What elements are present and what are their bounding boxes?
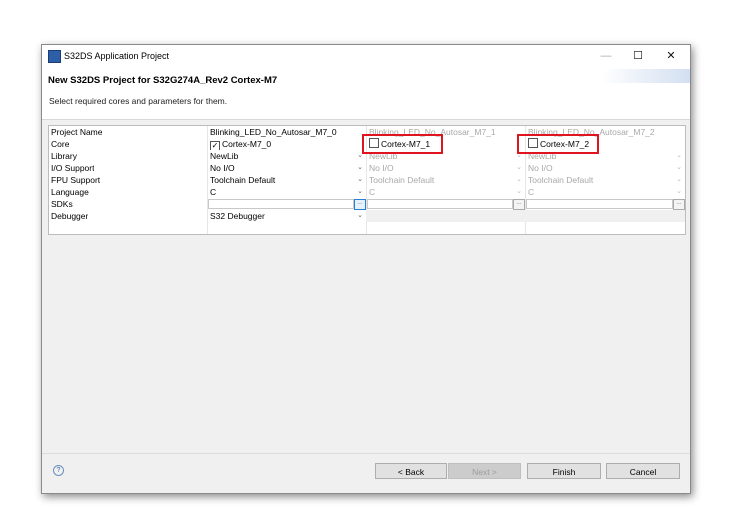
cores-parameters-table: Project Name Core Library I/O Support FP… [48, 125, 686, 235]
sdks-field-m7-2 [526, 199, 673, 209]
maximize-button[interactable]: ☐ [624, 48, 652, 64]
cancel-button[interactable]: Cancel [606, 463, 680, 479]
sdks-field-m7-1 [367, 199, 513, 209]
fpu-support-select-m7-0[interactable]: Toolchain Default [208, 174, 356, 186]
chevron-down-icon: ⌄ [516, 176, 522, 183]
s32ds-app-icon [48, 50, 61, 63]
highlight-box-m7-1 [362, 134, 443, 154]
wizard-header: New S32DS Project for S32G274A_Rev2 Cort… [42, 67, 690, 120]
chevron-down-icon: ⌄ [676, 152, 682, 159]
chevron-down-icon: ⌄ [516, 164, 522, 171]
checkbox-checked-icon: ✓ [210, 141, 220, 150]
io-support-select-m7-0[interactable]: No I/O [208, 162, 356, 174]
next-button: Next > [448, 463, 521, 479]
sdks-browse-button-m7-0[interactable]: ... [354, 199, 366, 210]
title-bar: S32DS Application Project — ☐ ✕ [42, 45, 690, 67]
label-io-support: I/O Support [51, 163, 95, 173]
sdks-browse-button-m7-1: ... [513, 199, 525, 210]
help-icon[interactable]: ? [53, 465, 64, 476]
label-library: Library [51, 151, 77, 161]
label-sdks: SDKs [51, 199, 73, 209]
chevron-down-icon[interactable]: ⌄ [356, 162, 364, 174]
sdks-browse-button-m7-2: ... [673, 199, 685, 210]
chevron-down-icon: ⌄ [676, 164, 682, 171]
debugger-select-m7-0[interactable]: S32 Debugger [208, 210, 356, 222]
project-name-field-m7-0[interactable]: Blinking_LED_No_Autosar_M7_0 [208, 126, 358, 138]
chevron-down-icon[interactable]: ⌄ [356, 210, 364, 222]
finish-button[interactable]: Finish [527, 463, 601, 479]
label-core: Core [51, 139, 70, 149]
language-select-m7-2: C [528, 187, 535, 197]
io-support-select-m7-1: No I/O [369, 163, 394, 173]
language-select-m7-0[interactable]: C [208, 186, 356, 198]
library-select-m7-0[interactable]: NewLib [208, 150, 356, 162]
back-button[interactable]: < Back [375, 463, 447, 479]
label-project-name: Project Name [51, 127, 103, 137]
fpu-support-select-m7-1: Toolchain Default [369, 175, 435, 185]
chevron-down-icon: ⌄ [676, 176, 682, 183]
footer-separator [42, 453, 690, 454]
window-title: S32DS Application Project [64, 51, 170, 61]
sdks-field-m7-0[interactable] [208, 199, 354, 209]
label-language: Language [51, 187, 89, 197]
core-checkbox-m7-0[interactable]: ✓ Cortex-M7_0 [208, 138, 358, 150]
core-label: Cortex-M7_0 [222, 139, 272, 149]
application-project-dialog: S32DS Application Project — ☐ ✕ New S32D… [41, 44, 691, 494]
chevron-down-icon[interactable]: ⌄ [356, 174, 364, 186]
language-select-m7-1: C [369, 187, 376, 197]
io-support-select-m7-2: No I/O [528, 163, 553, 173]
header-banner-graphic [600, 69, 690, 83]
label-debugger: Debugger [51, 211, 89, 221]
fpu-support-select-m7-2: Toolchain Default [528, 175, 594, 185]
chevron-down-icon: ⌄ [516, 188, 522, 195]
label-fpu-support: FPU Support [51, 175, 101, 185]
chevron-down-icon: ⌄ [676, 188, 682, 195]
page-title: New S32DS Project for S32G274A_Rev2 Cort… [48, 75, 278, 86]
debugger-empty-area [366, 210, 685, 222]
chevron-down-icon[interactable]: ⌄ [356, 186, 364, 198]
minimize-button[interactable]: — [592, 48, 620, 64]
highlight-box-m7-2 [517, 134, 599, 154]
close-button[interactable]: ✕ [657, 48, 685, 64]
page-description: Select required cores and parameters for… [49, 96, 228, 106]
